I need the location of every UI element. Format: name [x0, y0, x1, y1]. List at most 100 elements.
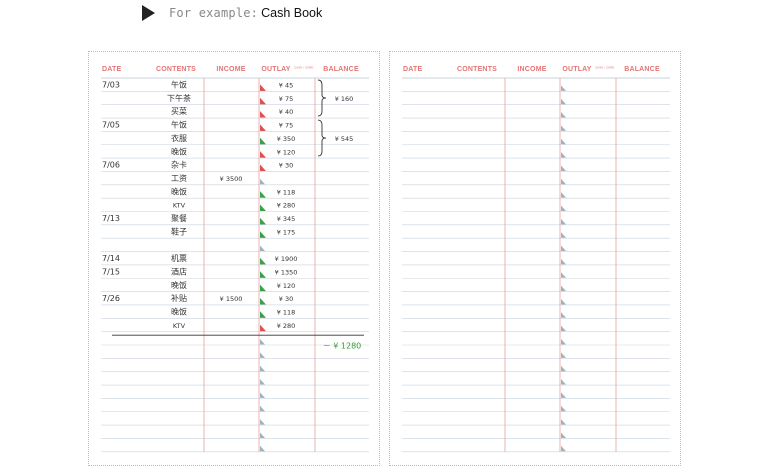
right-outlay-corner-mark [561, 112, 566, 118]
left-outlay-corner-mark [260, 392, 265, 398]
entry-date: 7/03 [102, 81, 120, 90]
entry-date: 7/06 [102, 161, 120, 170]
entry-date: 7/05 [102, 121, 120, 130]
entry-outlay: ¥ 120 [277, 148, 296, 156]
right-outlay-corner-mark [561, 178, 566, 185]
right-outlay-corner-mark [561, 125, 566, 131]
entry-contents: 买菜 [171, 106, 187, 116]
right-outlay-corner-mark [561, 272, 566, 278]
balance-value: ¥ 160 [335, 95, 354, 103]
entry-outlay-mark-green [260, 311, 266, 318]
left-outlay-corner-mark [260, 445, 265, 452]
entry-date: 7/26 [102, 294, 120, 303]
ledger-page-left: DATE CONTENTS INCOME OUTLAY BALANCE CASH / CA… [88, 51, 380, 466]
entry-contents: 晚饭 [171, 280, 187, 290]
right-outlay-corner-mark [561, 352, 566, 358]
entry-outlay-mark-red [260, 111, 266, 118]
entry-contents: 晚饭 [171, 306, 187, 316]
entry-outlay: ¥ 1900 [275, 255, 298, 263]
entry-outlay: ¥ 120 [277, 282, 296, 290]
entry-outlay-mark-red [260, 164, 266, 171]
ledger-grid-left: DATE CONTENTS INCOME OUTLAY BALANCE CASH / CA… [101, 66, 369, 453]
right-outlay-corner-mark [561, 379, 566, 385]
left-header-balance: BALANCE [323, 66, 359, 73]
entry-date: 7/14 [102, 254, 120, 263]
right-outlay-corner-mark [561, 285, 566, 292]
right-outlay-corner-mark [561, 258, 566, 265]
left-outlay-corner-mark [260, 352, 265, 358]
entry-outlay: ¥ 1350 [275, 268, 298, 276]
entry-contents: 鞋子 [171, 226, 187, 236]
right-outlay-corner-mark [561, 232, 566, 238]
caption-title: Cash Book [261, 6, 323, 20]
right-outlay-corner-mark [561, 405, 566, 412]
right-header-contents: CONTENTS [457, 66, 497, 73]
right-outlay-corner-mark [561, 365, 566, 372]
right-outlay-corner-mark [561, 325, 566, 332]
entry-outlay-mark-red [260, 324, 266, 332]
left-outlay-corner-mark [260, 339, 265, 345]
right-outlay-corner-mark [561, 205, 566, 211]
entry-contents: KTV [173, 202, 186, 210]
entry-outlay: ¥ 30 [279, 295, 293, 303]
balance-brace [317, 119, 327, 157]
right-outlay-corner-mark [561, 152, 566, 158]
right-outlay-corner-mark [561, 312, 566, 318]
ledger-page-right: DATE CONTENTS INCOME OUTLAY BALANCE CASH / CA… [389, 51, 681, 466]
entry-outlay: ¥ 280 [277, 202, 296, 210]
entry-outlay: ¥ 45 [279, 82, 293, 90]
entry-income: ¥ 3500 [220, 175, 243, 183]
caption: For example: Cash Book [142, 3, 322, 23]
total-value: － ¥ 1280 [323, 342, 362, 351]
right-outlay-corner-mark [561, 419, 566, 425]
right-outlay-corner-mark [561, 392, 566, 398]
entry-outlay: ¥ 40 [279, 108, 293, 116]
right-outlay-corner-mark [561, 339, 566, 345]
left-outlay-corner-mark [260, 365, 265, 372]
left-header-outlay: OUTLAY [261, 66, 290, 73]
entry-outlay-mark-green [260, 284, 266, 292]
entry-outlay: ¥ 350 [277, 135, 296, 143]
entry-contents: 晚饭 [171, 146, 187, 156]
left-header-date: DATE [102, 66, 121, 73]
right-outlay-corner-mark [561, 218, 566, 225]
right-header-balance: BALANCE [624, 66, 660, 73]
right-outlay-corner-mark [561, 165, 566, 171]
entry-outlay-mark-red [260, 84, 266, 91]
entry-contents: 衣服 [171, 133, 187, 143]
entry-outlay-mark-green [260, 191, 266, 198]
entry-outlay: ¥ 118 [277, 188, 296, 196]
entry-outlay: ¥ 118 [277, 308, 296, 316]
entry-outlay-mark-green [260, 257, 266, 265]
entry-contents: 酒店 [171, 266, 187, 276]
left-header-contents: CONTENTS [156, 66, 196, 73]
entry-contents: 午饭 [171, 120, 187, 130]
entry-outlay-mark-red [260, 97, 266, 105]
entry-contents: KTV [173, 322, 186, 330]
right-outlay-corner-mark [561, 85, 566, 91]
entry-outlay: ¥ 75 [279, 122, 293, 130]
entry-outlay: ¥ 280 [277, 322, 296, 330]
entry-outlay-mark-green [260, 217, 266, 225]
entry-contents: 机票 [171, 253, 187, 263]
balance-value: ¥ 545 [335, 135, 354, 143]
left-outlay-corner-mark [260, 178, 265, 185]
entry-contents: 午饭 [171, 80, 187, 90]
ledger-grid-right: DATE CONTENTS INCOME OUTLAY BALANCE CASH / CA… [402, 66, 670, 453]
entry-outlay: ¥ 75 [279, 95, 293, 103]
right-header-outlay: OUTLAY [562, 66, 591, 73]
left-outlay-corner-mark [260, 379, 265, 385]
left-outlay-corner-mark [260, 432, 265, 438]
left-header-income: INCOME [216, 66, 245, 73]
caption-prefix: For example: [169, 6, 259, 20]
right-outlay-corner-mark [561, 298, 566, 305]
entry-income: ¥ 1500 [220, 295, 243, 303]
entry-contents: 晚饭 [171, 186, 187, 196]
right-header-income: INCOME [517, 66, 546, 73]
play-triangle-icon [142, 5, 155, 21]
right-outlay-corner-mark [561, 98, 566, 105]
right-outlay-corner-mark [561, 138, 566, 145]
right-outlay-corner-mark [561, 245, 566, 252]
entry-date: 7/15 [102, 267, 120, 276]
entry-contents: 聚餐 [171, 214, 187, 223]
